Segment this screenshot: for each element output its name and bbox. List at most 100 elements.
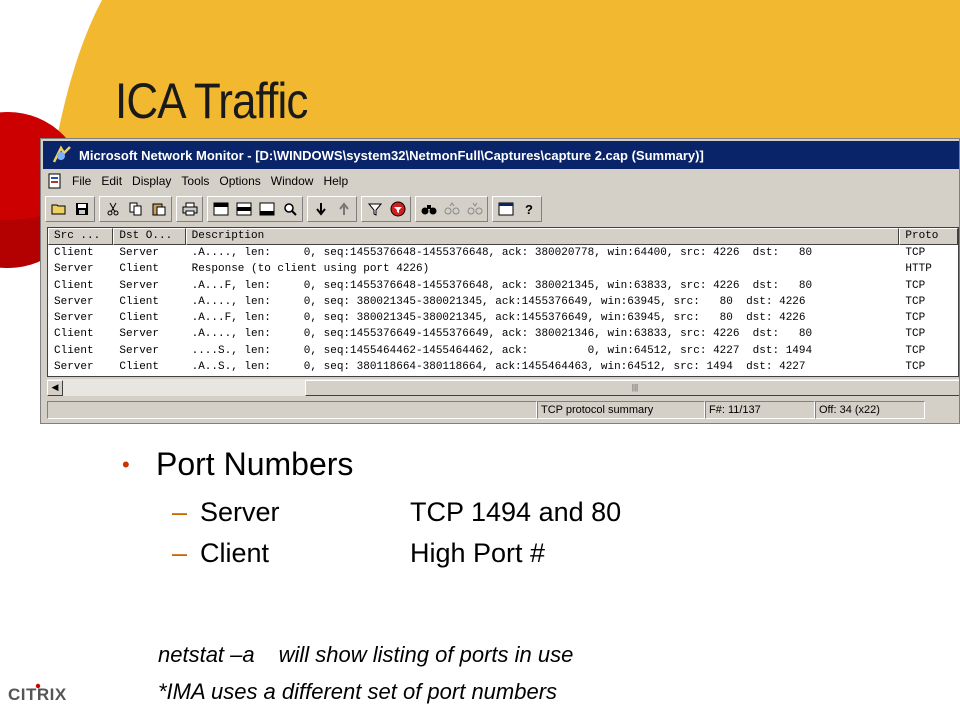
document-icon[interactable] <box>47 173 63 189</box>
cell-protocol: TCP <box>905 295 926 308</box>
cell-protocol: TCP <box>905 312 926 325</box>
grid-header: Src ... Dst O... Description Proto <box>48 228 958 245</box>
pane-3-icon[interactable] <box>255 198 278 220</box>
toolbar-group-print <box>176 196 203 222</box>
table-row[interactable]: Client Server .A...F, len: 0, seq:145537… <box>48 278 958 294</box>
bullet-port-numbers: • Port Numbers <box>122 446 353 483</box>
client-label: Client <box>200 538 270 568</box>
table-row[interactable]: Client Server .A...., len: 0, seq:145537… <box>48 326 958 342</box>
print-icon[interactable] <box>178 198 201 220</box>
status-bar: TCP protocol summary F#: 11/137 Off: 34 … <box>47 399 959 421</box>
slide-title: ICA Traffic <box>115 73 308 129</box>
toolbar-group-edit <box>99 196 172 222</box>
summary-grid: Src ... Dst O... Description Proto Clien… <box>47 227 959 377</box>
column-header-protocol[interactable]: Proto <box>899 228 958 245</box>
client-value: High Port # <box>410 538 546 568</box>
menu-tools[interactable]: Tools <box>176 174 214 188</box>
status-offset: Off: 34 (x22) <box>815 401 925 419</box>
menu-file[interactable]: File <box>67 174 96 188</box>
sub-bullet-dash: – <box>172 497 188 527</box>
pane-2-icon[interactable] <box>232 198 255 220</box>
menu-help[interactable]: Help <box>318 174 353 188</box>
horizontal-scrollbar[interactable]: ◀ ||| <box>47 379 959 396</box>
bullet-dot: • <box>122 451 130 477</box>
netstat-description: will show listing of ports in use <box>278 642 574 667</box>
status-panel-empty <box>47 401 537 419</box>
cell-src: Client <box>54 247 94 259</box>
cell-description: .A...F, len: 0, seq:1455376648-145537664… <box>191 279 813 292</box>
cell-dst: Server <box>119 328 159 341</box>
filter-icon[interactable] <box>363 198 386 220</box>
cell-dst: Client <box>119 312 159 325</box>
table-row[interactable]: Server Client Response (to client using … <box>48 261 958 277</box>
cell-dst: Server <box>119 279 159 292</box>
previous-icon[interactable] <box>332 198 355 220</box>
window-titlebar[interactable]: Microsoft Network Monitor - [D:\WINDOWS\… <box>43 141 959 169</box>
citrix-logo: CITRIX <box>8 683 66 704</box>
cell-dst: Client <box>119 295 159 308</box>
cell-dst: Client <box>119 263 159 276</box>
server-label: Server <box>200 497 280 527</box>
table-row[interactable]: Server Client .A..S., len: 0, seq: 38011… <box>48 359 958 375</box>
server-value: TCP 1494 and 80 <box>410 497 622 527</box>
cut-icon[interactable] <box>101 198 124 220</box>
table-row[interactable]: Client Server ....S., len: 0, seq:145546… <box>48 343 958 359</box>
save-icon[interactable] <box>70 198 93 220</box>
scroll-left-icon[interactable]: ◀ <box>47 379 63 396</box>
cell-src: Server <box>54 263 94 276</box>
status-frame: F#: 11/137 <box>705 401 815 419</box>
stop-filter-icon[interactable] <box>386 198 409 220</box>
toolbar-group-window: ? <box>492 196 542 222</box>
open-icon[interactable] <box>47 198 70 220</box>
cell-description: .A...., len: 0, seq: 380021345-380021345… <box>191 295 806 308</box>
cell-protocol: HTTP <box>905 263 932 276</box>
sub-bullet-server: – Server TCP 1494 and 80 <box>172 497 621 528</box>
cell-description: .A...., len: 0, seq:1455376649-145537664… <box>191 328 813 341</box>
toolbar: ? <box>45 194 959 224</box>
menu-edit[interactable]: Edit <box>96 174 127 188</box>
sub-bullet-client: – Client High Port # <box>172 538 545 569</box>
cell-src: Server <box>54 361 94 374</box>
cell-description: .A...., len: 0, seq:1455376648-145537664… <box>191 247 813 259</box>
find-previous-icon[interactable] <box>463 198 486 220</box>
column-header-description[interactable]: Description <box>185 228 900 245</box>
find-next-icon[interactable] <box>440 198 463 220</box>
zoom-icon[interactable] <box>278 198 301 220</box>
cell-src: Client <box>54 344 94 357</box>
cell-dst: Client <box>119 361 159 374</box>
menu-display[interactable]: Display <box>127 174 176 188</box>
cell-protocol: TCP <box>905 328 926 341</box>
column-header-src[interactable]: Src ... <box>48 228 114 245</box>
cell-src: Server <box>54 295 94 308</box>
help-icon[interactable]: ? <box>517 198 540 220</box>
table-row[interactable]: Client Server .A...., len: 0, seq:145537… <box>48 245 958 261</box>
copy-icon[interactable] <box>124 198 147 220</box>
cell-protocol: TCP <box>905 361 926 374</box>
paste-icon[interactable] <box>147 198 170 220</box>
column-header-dst[interactable]: Dst O... <box>113 228 186 245</box>
scroll-thumb[interactable]: ||| <box>305 379 959 396</box>
cell-protocol: TCP <box>905 344 926 357</box>
table-row[interactable]: Server Client .A...., len: 0, seq: 38002… <box>48 294 958 310</box>
find-icon[interactable] <box>417 198 440 220</box>
ima-note: *IMA uses a different set of port number… <box>158 679 558 704</box>
pane-1-icon[interactable] <box>209 198 232 220</box>
window-icon[interactable] <box>494 198 517 220</box>
svg-text:?: ? <box>525 202 533 216</box>
next-icon[interactable] <box>309 198 332 220</box>
toolbar-group-panes <box>207 196 303 222</box>
network-monitor-icon <box>52 145 71 163</box>
table-row[interactable]: Server Client .A...F, len: 0, seq: 38002… <box>48 310 958 326</box>
cell-dst: Server <box>119 247 159 259</box>
cell-src: Server <box>54 312 94 325</box>
network-monitor-window: Microsoft Network Monitor - [D:\WINDOWS\… <box>40 138 960 424</box>
toolbar-group-find <box>415 196 488 222</box>
cell-protocol: TCP <box>905 279 926 292</box>
netstat-note: netstat –a will show listing of ports in … <box>158 642 573 668</box>
toolbar-group-navigate <box>307 196 357 222</box>
cell-description: ....S., len: 0, seq:1455464462-145546446… <box>191 344 813 357</box>
toolbar-group-filter <box>361 196 411 222</box>
menu-window[interactable]: Window <box>266 174 319 188</box>
status-summary: TCP protocol summary <box>537 401 705 419</box>
menu-options[interactable]: Options <box>214 174 265 188</box>
